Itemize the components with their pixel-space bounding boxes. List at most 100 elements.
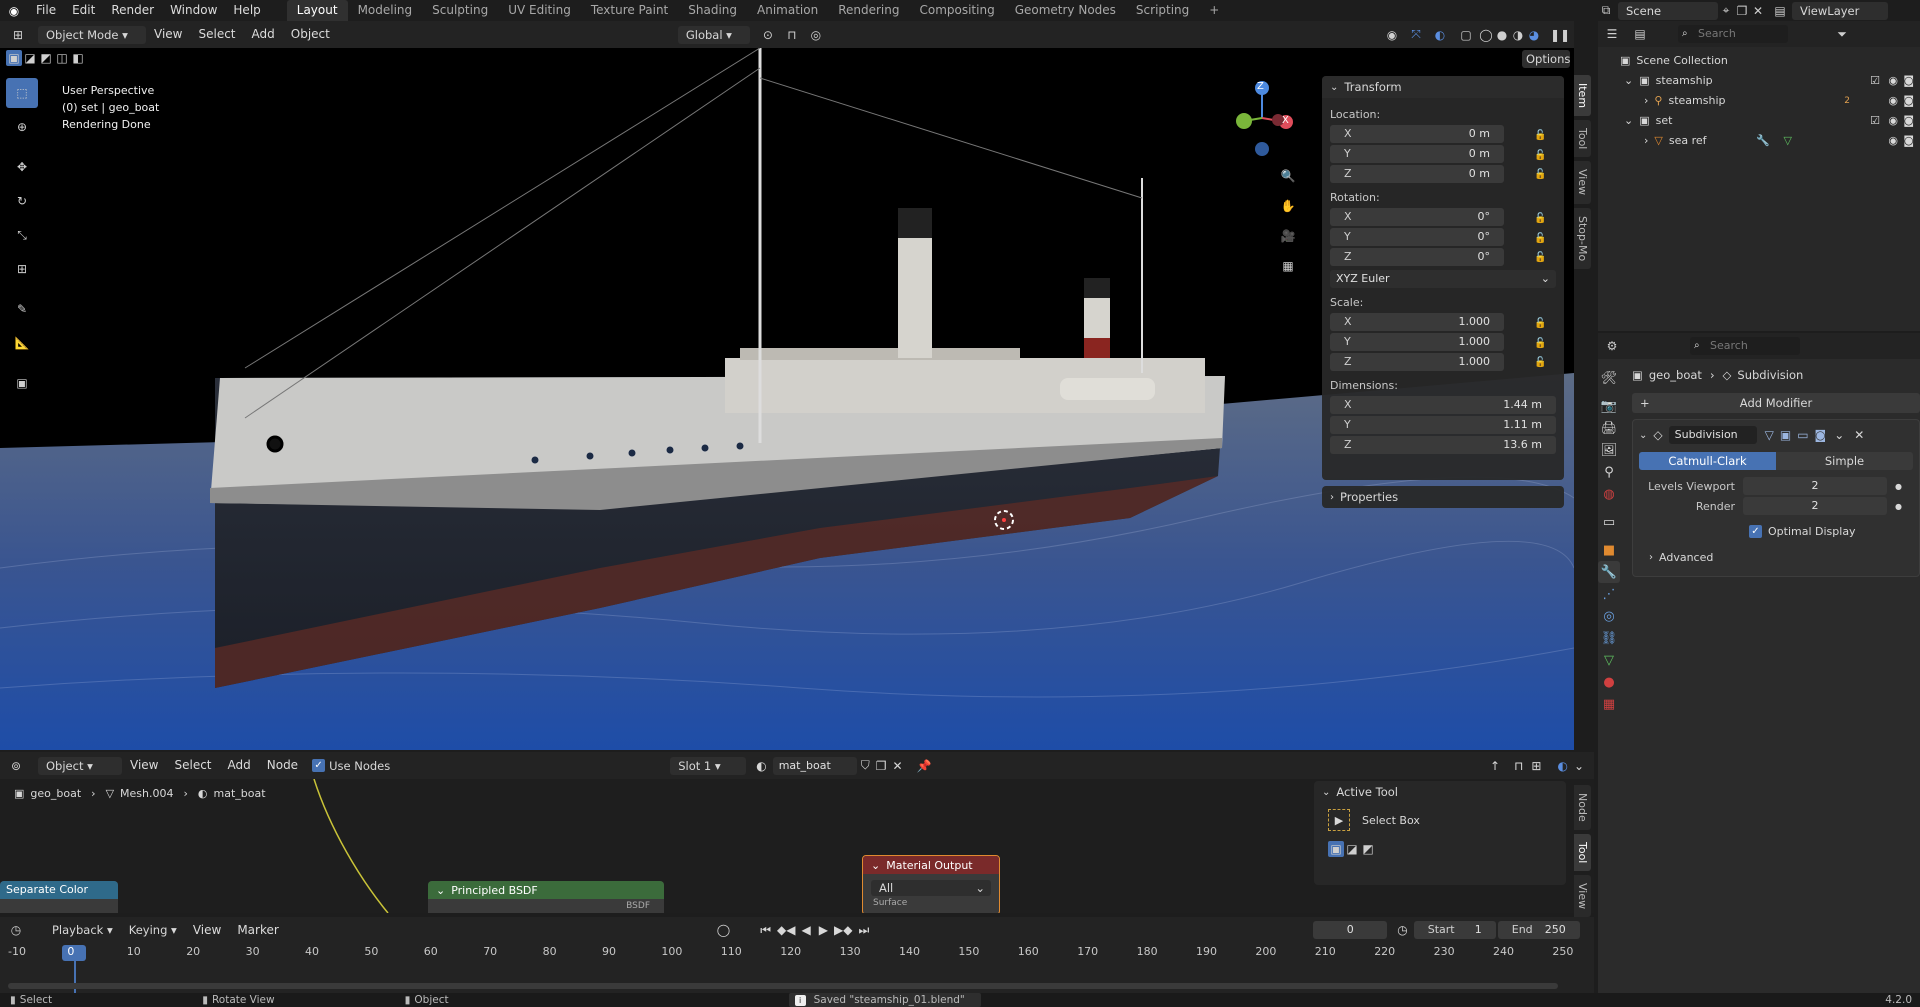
camera-view-icon[interactable]: 🎥 (1280, 228, 1296, 244)
select-extend-icon[interactable]: ◪ (1344, 841, 1360, 857)
tab-view[interactable]: View (1574, 161, 1591, 204)
menu-view[interactable]: View (122, 755, 166, 776)
location-x-field[interactable]: X0 m (1330, 125, 1504, 143)
menu-object[interactable]: Object (283, 24, 338, 45)
auto-key-icon[interactable]: ◯ (717, 923, 730, 937)
lock-icon[interactable]: 🔓 (1534, 213, 1546, 224)
overlay-icon[interactable]: ◐ (1557, 759, 1567, 773)
end-frame-field[interactable]: End 250 (1497, 921, 1580, 939)
jump-start-icon[interactable]: ⏮ (760, 923, 771, 938)
display-mode-icon[interactable]: ▤ (1632, 26, 1648, 42)
catmull-clark-button[interactable]: Catmull-Clark (1639, 452, 1776, 470)
menu-edit[interactable]: Edit (64, 0, 103, 21)
fake-user-icon[interactable]: ⛉ (861, 758, 870, 773)
rotation-x-field[interactable]: X 0° (1330, 208, 1504, 226)
tab-uv-editing[interactable]: UV Editing (498, 0, 581, 21)
lock-icon[interactable]: 🔓 (1534, 150, 1546, 161)
pin-icon[interactable]: 📌 (917, 759, 932, 773)
lock-icon[interactable]: 🔓 (1534, 169, 1546, 180)
timeline-scrollbar[interactable] (8, 983, 1558, 989)
menu-select[interactable]: Select (190, 24, 243, 45)
gizmo-toggle-icon[interactable]: ⤧ (1408, 27, 1424, 43)
prev-keyframe-icon[interactable]: ◆◀ (777, 923, 795, 937)
tab-stop-motion[interactable]: Stop-Mo (1574, 207, 1591, 269)
outliner-item[interactable]: ⌄ ▣ set ☑ ◉ ◙ (1598, 111, 1920, 131)
play-reverse-icon[interactable]: ◀ (802, 923, 811, 937)
location-z-field[interactable]: Z0 m (1330, 165, 1504, 183)
render-tab-icon[interactable]: 📷 (1598, 395, 1620, 417)
menu-select[interactable]: Select (166, 755, 219, 776)
principled-bsdf-node[interactable]: ⌄ Principled BSDF BSDF (428, 881, 664, 913)
editor-type-icon[interactable]: ⊞ (10, 27, 26, 43)
material-shading-icon[interactable]: ◑ (1510, 27, 1526, 43)
lock-icon[interactable]: 🔓 (1534, 130, 1546, 141)
eye-icon[interactable]: ◉ (1888, 111, 1898, 131)
tab-sculpting[interactable]: Sculpting (422, 0, 498, 21)
select-extend-icon[interactable]: ◪ (22, 50, 38, 66)
view-layer-field[interactable]: ViewLayer (1792, 1, 1888, 20)
render-levels-field[interactable]: 2 (1743, 497, 1887, 515)
duplicate-icon[interactable]: ❐ (876, 759, 887, 773)
current-frame-field[interactable]: 0 (1313, 921, 1388, 939)
menu-add[interactable]: Add (220, 755, 259, 776)
properties-panel-header[interactable]: › Properties (1322, 486, 1564, 508)
scale-tool-icon[interactable]: ⤡ (6, 220, 38, 250)
eye-icon[interactable]: ◉ (1888, 71, 1898, 91)
select-intersect-icon[interactable]: ◧ (70, 50, 86, 66)
proportional-edit-icon[interactable]: ◎ (808, 27, 824, 43)
material-name-field[interactable]: mat_boat (772, 756, 857, 775)
editor-type-icon[interactable]: ◷ (8, 922, 24, 938)
add-modifier-button[interactable]: + Add Modifier (1632, 393, 1920, 413)
add-cube-tool-icon[interactable]: ▣ (6, 368, 38, 398)
tab-texture-paint[interactable]: Texture Paint (581, 0, 678, 21)
dimensions-y-field[interactable]: Y 1.11 m (1330, 416, 1556, 434)
output-tab-icon[interactable]: 🖨 (1598, 417, 1620, 439)
wireframe-shading-icon[interactable]: ◯ (1478, 27, 1494, 43)
lock-icon[interactable]: 🔓 (1534, 318, 1546, 329)
rotation-mode-dropdown[interactable]: XYZ Euler ⌄ (1330, 270, 1556, 288)
add-workspace-button[interactable]: + (1199, 0, 1229, 21)
navigation-gizmo[interactable]: Z X (1220, 78, 1300, 158)
parent-node-icon[interactable]: ↑ (1490, 759, 1500, 773)
object-tab-icon[interactable]: ■ (1598, 539, 1620, 561)
scene-tab-icon[interactable]: ⚲ (1598, 461, 1620, 483)
tab-scripting[interactable]: Scripting (1126, 0, 1199, 21)
tab-tool[interactable]: Tool (1574, 833, 1591, 872)
timeline-ruler[interactable]: -10 0 10 20 30 40 50 60 70 80 90 100 110 120 130 140 150… (0, 943, 1594, 993)
modifier-name-field[interactable]: Subdivision (1668, 426, 1757, 444)
view-layer-tab-icon[interactable]: 🖼 (1598, 439, 1620, 461)
scale-y-field[interactable]: Y 1.000 (1330, 333, 1504, 351)
camera-icon[interactable]: ◙ (1903, 131, 1914, 151)
rotation-y-field[interactable]: Y 0° (1330, 228, 1504, 246)
checkbox-icon[interactable]: ☑ (1870, 71, 1880, 91)
cursor-tool-icon[interactable]: ⊕ (6, 112, 38, 142)
tab-node[interactable]: Node (1574, 785, 1591, 830)
world-tab-icon[interactable]: ◍ (1598, 483, 1620, 505)
keying-menu[interactable]: Keying ▾ (121, 921, 185, 939)
scene-icon[interactable]: ⧉ (1598, 3, 1614, 19)
outliner-item[interactable]: › ▽ sea ref 🔧 ▽ ◉ ◙ (1598, 131, 1920, 151)
scene-field[interactable]: Scene (1618, 1, 1718, 20)
collapse-chevron-icon[interactable]: ⌄ (1330, 82, 1338, 93)
particles-tab-icon[interactable]: ⋰ (1598, 583, 1620, 605)
editmode-icon[interactable]: ▣ (1780, 428, 1791, 442)
remove-modifier-icon[interactable]: ✕ (1854, 428, 1864, 442)
dimensions-x-field[interactable]: X 1.44 m (1330, 396, 1556, 414)
playback-menu[interactable]: Playback ▾ (44, 921, 121, 939)
slot-dropdown[interactable]: Slot 1 ▾ (670, 756, 747, 775)
measure-tool-icon[interactable]: 📐 (6, 328, 38, 358)
rotate-tool-icon[interactable]: ↻ (6, 186, 38, 216)
eye-icon[interactable]: ◉ (1888, 131, 1898, 151)
physics-tab-icon[interactable]: ◎ (1598, 605, 1620, 627)
menu-view[interactable]: View (185, 920, 229, 941)
annotate-tool-icon[interactable]: ✎ (6, 294, 38, 324)
dropdown-icon[interactable]: ⌄ (1834, 428, 1844, 442)
rotation-z-field[interactable]: Z 0° (1330, 248, 1504, 266)
menu-window[interactable]: Window (162, 0, 225, 21)
filter-icon[interactable]: ⏷ (1834, 26, 1850, 42)
eye-icon[interactable]: ◉ (1888, 91, 1898, 111)
lock-icon[interactable]: 🔓 (1534, 233, 1546, 244)
play-icon[interactable]: ▶ (819, 923, 828, 937)
options-button[interactable]: Options (1522, 50, 1570, 68)
snap-grid-icon[interactable]: ⊞ (1531, 759, 1541, 773)
